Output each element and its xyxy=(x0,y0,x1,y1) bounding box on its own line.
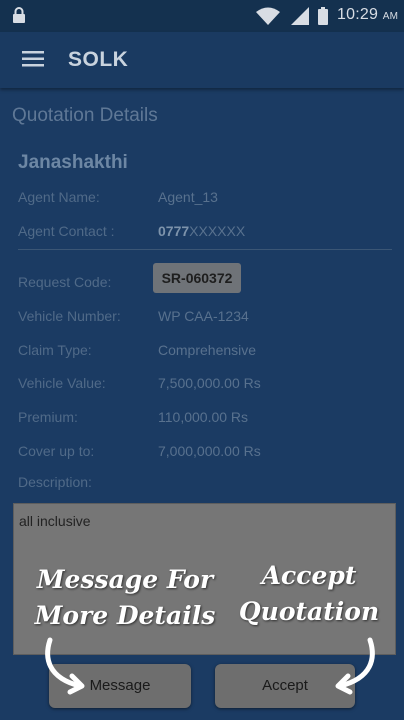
hamburger-menu-icon[interactable] xyxy=(22,51,44,67)
premium-row: Premium: 110,000.00 Rs xyxy=(0,409,404,437)
app-title: SOLK xyxy=(68,48,129,71)
battery-icon xyxy=(318,7,328,25)
agent-contact-value[interactable]: 0777XXXXXX xyxy=(158,223,245,239)
description-label: Description: xyxy=(18,474,92,490)
app-bar: SOLK xyxy=(0,32,404,88)
vehicle-number-label: Vehicle Number: xyxy=(18,308,121,324)
signal-icon xyxy=(291,7,309,25)
agent-contact-prefix: 0777 xyxy=(158,223,190,239)
status-time: 10:29 AM xyxy=(337,6,398,24)
vehicle-number-row: Vehicle Number: WP CAA-1234 xyxy=(0,308,404,336)
request-code-value: SR-060372 xyxy=(161,270,233,286)
claim-type-row: Claim Type: Comprehensive xyxy=(0,342,404,370)
status-bar: 10:29 AM xyxy=(0,0,404,32)
lock-icon xyxy=(13,7,25,23)
accept-hint-line-1: Accept xyxy=(261,561,357,590)
curved-arrow-right-icon xyxy=(335,637,375,695)
cover-row: Cover up to: 7,000,000.00 Rs xyxy=(0,443,404,471)
vehicle-number-value: WP CAA-1234 xyxy=(158,308,249,324)
company-name: Janashakthi xyxy=(18,152,128,173)
section-title: Quotation Details xyxy=(12,105,158,126)
accept-hint-line-2: Quotation xyxy=(238,597,380,626)
message-hint: Message For More Details xyxy=(30,562,220,634)
message-hint-line-2: More Details xyxy=(34,601,216,630)
description-text: all inclusive xyxy=(19,513,91,529)
vehicle-value-value: 7,500,000.00 Rs xyxy=(158,375,261,391)
request-code-label: Request Code: xyxy=(18,274,112,290)
agent-name-value: Agent_13 xyxy=(158,189,218,205)
message-hint-line-1: Message For xyxy=(36,565,214,594)
cover-label: Cover up to: xyxy=(18,443,95,459)
divider xyxy=(18,249,392,250)
premium-value: 110,000.00 Rs xyxy=(158,409,249,425)
request-code-badge: SR-060372 xyxy=(153,263,241,293)
vehicle-value-row: Vehicle Value: 7,500,000.00 Rs xyxy=(0,375,404,403)
claim-type-value: Comprehensive xyxy=(158,342,257,358)
cover-value: 7,000,000.00 Rs xyxy=(158,443,261,459)
premium-label: Premium: xyxy=(18,409,78,425)
agent-name-label: Agent Name: xyxy=(18,189,100,205)
agent-contact-label: Agent Contact : xyxy=(18,223,115,239)
accept-hint: Accept Quotation xyxy=(234,558,384,630)
status-time-value: 10:29 xyxy=(337,6,379,23)
agent-contact-rest: XXXXXX xyxy=(189,223,246,239)
claim-type-label: Claim Type: xyxy=(18,342,92,358)
curved-arrow-left-icon xyxy=(45,637,85,695)
status-time-ampm: AM xyxy=(382,11,399,22)
agent-name-row: Agent Name: Agent_13 xyxy=(0,189,404,217)
vehicle-value-label: Vehicle Value: xyxy=(18,375,106,391)
description-row: Description: xyxy=(0,474,404,502)
wifi-icon xyxy=(256,7,280,25)
agent-contact-row: Agent Contact : 0777XXXXXX xyxy=(0,223,404,251)
